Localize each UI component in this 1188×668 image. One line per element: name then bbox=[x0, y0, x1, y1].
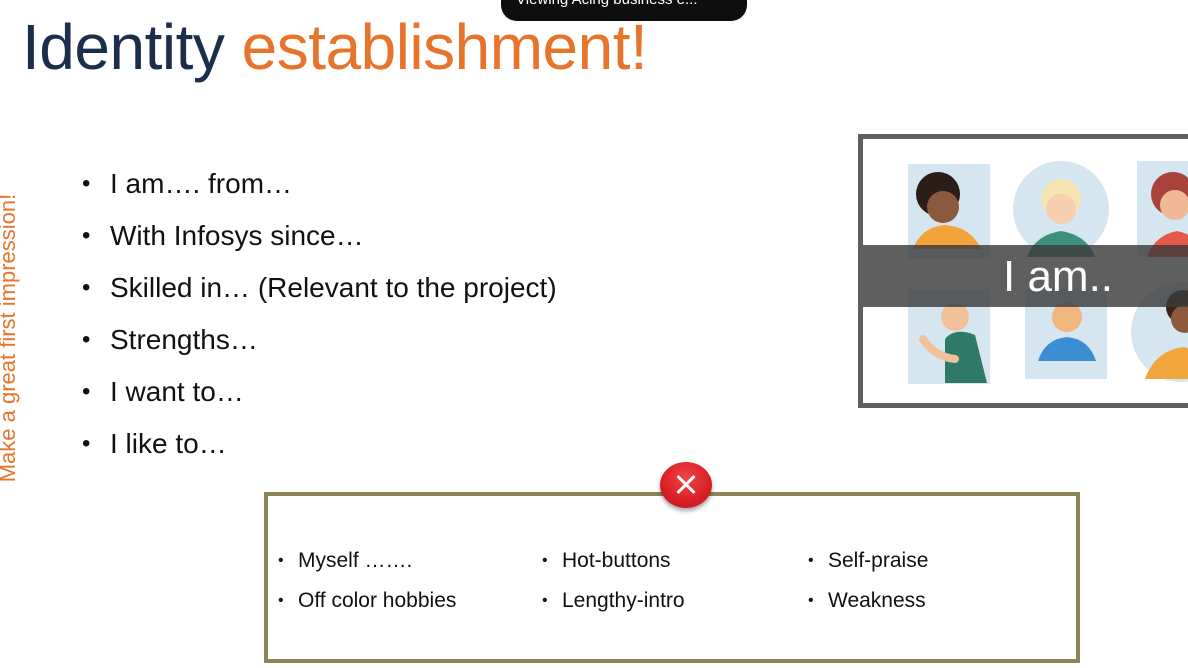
title-part-1: Identity bbox=[22, 11, 225, 83]
avoid-item: Myself ……. bbox=[276, 548, 540, 574]
avoid-topics-box: Myself ……. Hot-buttons Self-praise Off c… bbox=[264, 492, 1080, 663]
bullet-item: I like to… bbox=[82, 420, 557, 472]
viewing-indicator-pill[interactable]: Viewing Acing business e... bbox=[501, 0, 747, 21]
bullet-item: Skilled in… (Relevant to the project) bbox=[82, 264, 557, 316]
bullet-item: With Infosys since… bbox=[82, 212, 557, 264]
close-x-icon bbox=[660, 462, 712, 508]
bullet-item: I am…. from… bbox=[82, 160, 557, 212]
avoid-item: Self-praise bbox=[806, 548, 1066, 574]
viewing-label: Viewing Acing business e... bbox=[516, 0, 698, 8]
avoid-item: Weakness bbox=[806, 588, 1066, 614]
side-tagline: Make a great first impression! bbox=[0, 193, 20, 483]
intro-bullet-list: I am…. from… With Infosys since… Skilled… bbox=[82, 160, 557, 472]
bullet-item: Strengths… bbox=[82, 316, 557, 368]
avoid-item: Off color hobbies bbox=[276, 588, 540, 614]
slide-title: Identity establishment! bbox=[22, 10, 648, 84]
title-part-2: establishment! bbox=[241, 11, 648, 83]
avoid-item: Lengthy-intro bbox=[540, 588, 806, 614]
chevron-down-icon bbox=[711, 0, 727, 1]
bullet-item: I want to… bbox=[82, 368, 557, 420]
avoid-item: Hot-buttons bbox=[540, 548, 806, 574]
avoid-topics-grid: Myself ……. Hot-buttons Self-praise Off c… bbox=[276, 548, 1066, 614]
people-illustration-card: I am.. bbox=[858, 134, 1188, 408]
image-caption: I am.. bbox=[1003, 252, 1114, 301]
